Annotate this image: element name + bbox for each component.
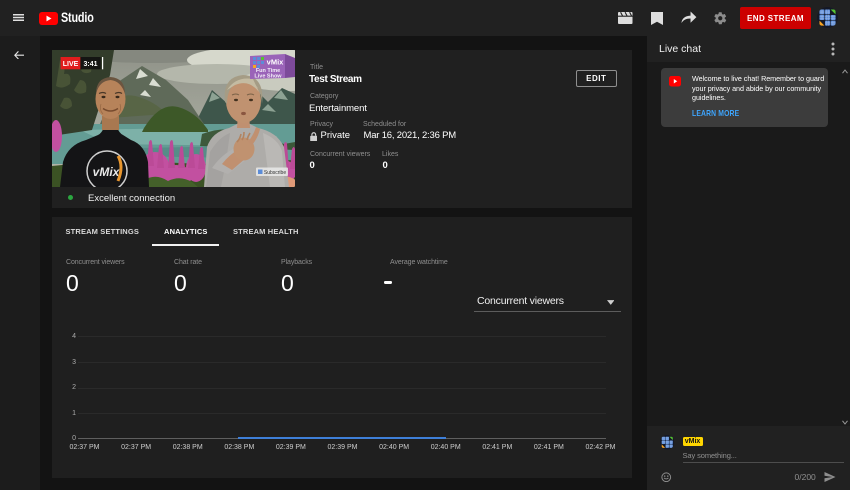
svg-text:Subscribe: Subscribe bbox=[264, 170, 286, 176]
svg-text:LIVE: LIVE bbox=[63, 61, 79, 68]
svg-text:Live Show: Live Show bbox=[254, 74, 282, 80]
svg-text:vMix: vMix bbox=[93, 165, 121, 179]
svg-text:3:41: 3:41 bbox=[83, 61, 97, 68]
svg-text:vMix: vMix bbox=[267, 58, 285, 67]
